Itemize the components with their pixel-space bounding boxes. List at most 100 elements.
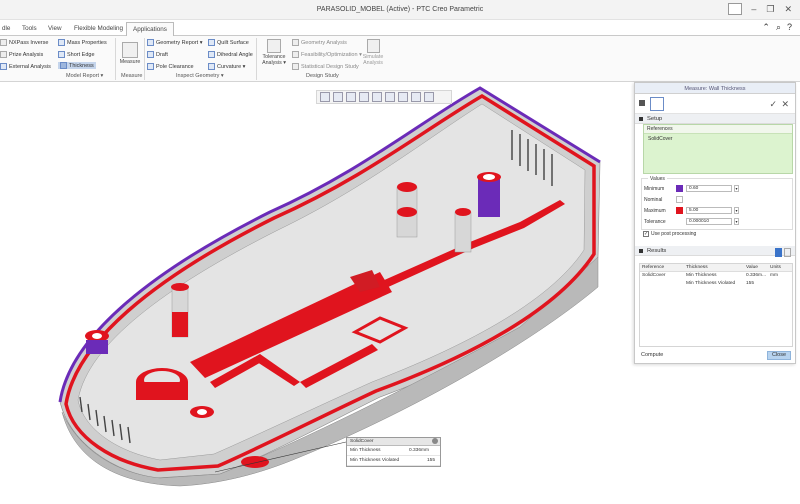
results-header[interactable]: Results <box>635 246 795 256</box>
quilt-surface-button[interactable]: Quilt Surface <box>208 39 249 46</box>
measure-button[interactable]: Measure <box>118 42 142 65</box>
callout-label: Min Thickness <box>350 448 381 453</box>
close-button[interactable]: Close <box>767 351 791 360</box>
maximum-input[interactable]: 5.00 <box>686 207 732 214</box>
maximum-color-swatch[interactable] <box>676 207 683 214</box>
copy-icon[interactable] <box>784 248 791 257</box>
column-reference: Reference <box>642 265 665 270</box>
boss-large-ring <box>136 368 188 400</box>
curvature-label: Curvature ▾ <box>217 63 246 70</box>
cell-thickness: Min Thickness Violated <box>686 281 736 286</box>
boss-top-left <box>171 283 189 338</box>
callout-value: 0.336mm <box>409 448 429 453</box>
boss-center <box>396 182 418 238</box>
zoom-in-icon[interactable] <box>333 92 343 102</box>
quick-access-icon[interactable] <box>728 3 742 15</box>
export-icon[interactable] <box>775 248 782 257</box>
statistical-study-button[interactable]: Statistical Design Study <box>292 63 359 70</box>
saved-views-icon[interactable] <box>385 92 395 102</box>
dropdown-icon[interactable]: ▾ <box>734 207 739 214</box>
nxpass-inverse-button[interactable]: NXPass Inverse <box>0 39 48 46</box>
mass-properties-label: Mass Properties <box>67 39 107 46</box>
refit-icon[interactable] <box>320 92 330 102</box>
ruler-icon <box>122 42 138 58</box>
external-analysis-button[interactable]: External Analysis <box>0 63 51 70</box>
minimum-color-swatch[interactable] <box>676 185 683 192</box>
minimum-input[interactable]: 0.60 <box>686 185 732 192</box>
minimum-label: Minimum <box>644 186 665 192</box>
close-icon[interactable]: ✕ <box>784 4 792 15</box>
panel-title: Measure: Wall Thickness <box>635 83 795 94</box>
collapse-icon[interactable] <box>639 100 645 106</box>
search-icon[interactable]: ⌕ <box>776 22 781 33</box>
cell-thickness: Min Thickness <box>686 273 717 278</box>
view-manager-icon[interactable] <box>398 92 408 102</box>
zoom-out-icon[interactable] <box>346 92 356 102</box>
minimize-icon[interactable]: – <box>751 4 756 15</box>
display-style-icon[interactable] <box>372 92 382 102</box>
help-icon[interactable]: ? <box>787 22 792 33</box>
feasibility-label: Feasibility/Optimization ▾ <box>301 51 362 58</box>
mass-properties-button[interactable]: Mass Properties <box>58 39 107 46</box>
datum-display-icon[interactable] <box>424 92 434 102</box>
geometry-report-button[interactable]: Geometry Report ▾ <box>147 39 202 46</box>
checkbox-icon[interactable]: ✓ <box>643 231 649 237</box>
draft-button[interactable]: Draft <box>147 51 168 58</box>
dropdown-icon[interactable]: ▾ <box>734 218 739 225</box>
tab-view[interactable]: View <box>48 25 62 32</box>
table-row[interactable]: Min Thickness Violated 155 <box>640 280 792 288</box>
caret-icon[interactable]: ⌃ <box>762 22 770 33</box>
nxpass-inverse-label: NXPass Inverse <box>9 39 49 46</box>
thickness-button[interactable]: Thickness <box>58 62 96 69</box>
simulate-icon <box>366 39 380 53</box>
table-row[interactable]: SolidCover Min Thickness 0.336m... mm <box>640 272 792 280</box>
external-icon <box>0 63 7 70</box>
close-callout-icon[interactable] <box>432 438 438 444</box>
tolerance-input[interactable]: 0.000010 <box>686 218 732 225</box>
references-box[interactable]: References SolidCover <box>643 124 793 174</box>
callout-label: Min Thickness Violated <box>350 458 400 463</box>
post-processing-label: Use post processing <box>651 231 697 237</box>
restore-icon[interactable]: ❐ <box>766 4 774 15</box>
thickness-icon <box>60 62 67 69</box>
cancel-icon[interactable]: ✕ <box>781 99 789 110</box>
tolerance-analysis-button[interactable]: Tolerance Analysis ▾ <box>258 39 290 66</box>
tab-partial[interactable]: dle <box>2 25 10 32</box>
callout-value: 155 <box>427 458 436 463</box>
thickness-label: Thickness <box>69 62 94 69</box>
result-callout[interactable]: SolidCover Min Thickness 0.336mm Min Thi… <box>346 437 441 467</box>
external-analysis-label: External Analysis <box>9 63 51 70</box>
references-value[interactable]: SolidCover <box>644 134 792 144</box>
dihedral-angle-button[interactable]: Dihedral Angle <box>208 51 253 58</box>
tab-tools[interactable]: Tools <box>22 25 37 32</box>
callout-row: Min Thickness 0.336mm <box>347 446 440 456</box>
cell-value: 155 <box>746 281 755 286</box>
prize-analysis-button[interactable]: Prize Analysis <box>0 51 43 58</box>
divider <box>256 38 257 80</box>
group-inspect-geometry[interactable]: Inspect Geometry ▾ <box>176 73 224 79</box>
divider <box>144 38 145 80</box>
compute-button[interactable]: Compute <box>641 352 663 358</box>
column-value: Value <box>746 265 758 270</box>
feasibility-button[interactable]: Feasibility/Optimization ▾ <box>292 51 362 58</box>
panel-toolbar: ✓ ✕ <box>635 94 795 114</box>
dropdown-icon[interactable]: ▾ <box>734 185 739 192</box>
post-processing-option[interactable]: ✓ Use post processing <box>643 231 696 237</box>
perspective-icon[interactable] <box>411 92 421 102</box>
curvature-button[interactable]: Curvature ▾ <box>208 63 245 70</box>
repaint-icon[interactable] <box>359 92 369 102</box>
simulate-analysis-button[interactable]: Simulate Analysis <box>360 39 386 66</box>
mass-icon <box>58 39 65 46</box>
checkmark-icon[interactable]: ✓ <box>769 99 777 110</box>
short-edge-button[interactable]: Short Edge <box>58 51 95 58</box>
setup-header[interactable]: Setup <box>635 114 795 124</box>
group-model-report[interactable]: Model Report ▾ <box>66 73 103 79</box>
selection-icon[interactable] <box>650 97 664 111</box>
tab-applications[interactable]: Applications <box>126 22 174 36</box>
tolerance-analysis-label: Tolerance Analysis ▾ <box>262 54 286 66</box>
nominal-color-swatch[interactable] <box>676 196 683 203</box>
cell-units: mm <box>770 273 778 278</box>
geometry-analysis-button[interactable]: Geometry Analysis <box>292 39 347 46</box>
tab-flexible-modeling[interactable]: Flexible Modeling <box>74 25 123 32</box>
pole-clearance-button[interactable]: Pole Clearance <box>147 63 194 70</box>
